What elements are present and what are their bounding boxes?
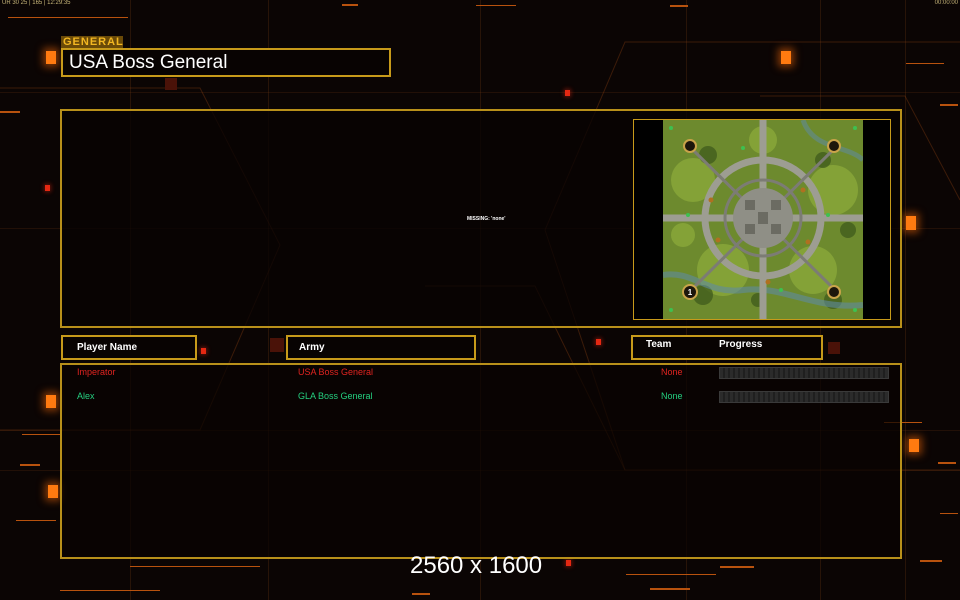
header-team-progress[interactable]: Team Progress (631, 335, 823, 360)
player-army[interactable]: GLA Boss General (298, 391, 373, 401)
status-bar: UR 30 25 | 165 | 12:29:35 00:00:00 (0, 0, 960, 8)
resolution-label: 2560 x 1600 (410, 552, 543, 579)
player-team[interactable]: None (661, 367, 683, 377)
player-name: Alex (77, 391, 95, 401)
general-title: USA Boss General (61, 48, 391, 77)
general-tag: GENERAL (61, 36, 124, 48)
start-position-icon[interactable]: 1 (682, 284, 698, 300)
status-clock: 00:00:00 (934, 0, 958, 6)
progress-bar (719, 367, 889, 379)
header-player-name-label: Player Name (77, 342, 138, 353)
player-team[interactable]: None (661, 391, 683, 401)
map-preview-icon: 1 (663, 120, 863, 319)
player-name: Imperator (77, 367, 116, 377)
map-preview: 1 (633, 119, 891, 320)
status-left: UR 30 25 | 165 | 12:29:35 (2, 0, 71, 6)
header-army[interactable]: Army (286, 335, 476, 360)
header-army-label: Army (299, 342, 325, 353)
start-position-label: 1 (688, 288, 693, 297)
header-player-name[interactable]: Player Name (61, 335, 197, 360)
missing-image-text: MISSING: 'none' (467, 216, 506, 222)
progress-bar (719, 391, 889, 403)
header-progress-label: Progress (719, 339, 763, 350)
header-team-label: Team (646, 339, 672, 350)
player-army[interactable]: USA Boss General (298, 367, 373, 377)
